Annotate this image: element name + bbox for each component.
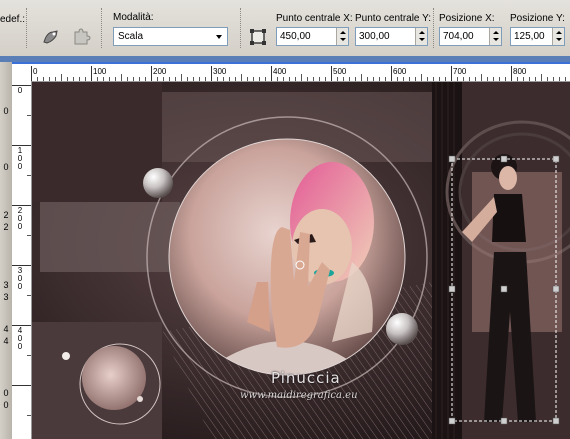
ruler-label: 300 <box>213 67 227 76</box>
center-x-input[interactable]: 450,00 <box>276 27 349 46</box>
pick-tool-icon[interactable] <box>38 24 64 50</box>
panel-digit: 3 <box>3 280 9 290</box>
ruler-label: 500 <box>333 67 347 76</box>
panel-digit: 4 <box>3 324 9 334</box>
ruler-ticks <box>31 66 566 81</box>
image-canvas[interactable]: Pinuccia www.maidiregrafica.eu <box>32 82 570 439</box>
center-y-input[interactable]: 300,00 <box>355 27 428 46</box>
puzzle-icon[interactable] <box>68 24 94 50</box>
center-x-value: 450,00 <box>280 31 311 42</box>
ruler-label: 2 0 0 <box>17 206 23 231</box>
toolbar-separator <box>240 8 241 48</box>
spin-buttons[interactable] <box>336 28 348 45</box>
ruler-label: 700 <box>453 67 467 76</box>
center-y-value: 300,00 <box>359 31 390 42</box>
signature-text: Pinuccia <box>271 369 341 387</box>
ruler-label: 600 <box>393 67 407 76</box>
panel-digit: 0 <box>3 400 9 410</box>
preset-label: edef.: <box>0 14 26 25</box>
toolbar-separator <box>433 8 434 48</box>
panel-digit: 0 <box>3 106 9 116</box>
pos-x-value: 704,00 <box>443 31 474 42</box>
mode-label: Modalità: <box>113 12 154 23</box>
panel-digit: 4 <box>3 336 9 346</box>
ruler-label: 0 <box>33 67 38 76</box>
transform-box-icon[interactable] <box>245 24 271 50</box>
toolbar-separator <box>101 8 102 48</box>
center-y-label: Punto centrale Y: <box>355 13 431 24</box>
ruler-label: 800 <box>513 67 527 76</box>
ruler-label: 200 <box>153 67 167 76</box>
website-text: www.maidiregrafica.eu <box>240 390 358 401</box>
panel-digit: 3 <box>3 292 9 302</box>
ruler-label: 0 <box>17 86 23 95</box>
tool-options-bar: edef.: Modalità: Scala Punto centrale X:… <box>0 0 570 57</box>
center-x-label: Punto centrale X: <box>276 13 353 24</box>
ruler-label: 3 0 0 <box>17 266 23 291</box>
left-panel: 0 0 2 2 3 3 4 4 0 0 <box>0 62 12 439</box>
ruler-vertical[interactable]: 0 1 0 0 2 0 0 3 0 0 4 0 0 <box>12 81 32 439</box>
panel-digit: 0 <box>3 162 9 172</box>
mode-value: Scala <box>118 31 144 42</box>
ruler-label: 400 <box>273 67 287 76</box>
mode-select[interactable]: Scala <box>113 27 228 46</box>
chevron-down-icon <box>216 35 222 39</box>
pos-y-value: 125,00 <box>514 31 545 42</box>
pos-x-label: Posizione X: <box>439 13 495 24</box>
toolbar-separator <box>26 8 27 48</box>
spin-buttons[interactable] <box>415 28 427 45</box>
pos-y-label: Posizione Y: <box>510 13 565 24</box>
spin-buttons[interactable] <box>552 28 564 45</box>
ruler-horizontal[interactable]: 0 100 200 300 400 500 600 700 800 <box>31 66 570 82</box>
spin-buttons[interactable] <box>489 28 501 45</box>
ruler-label: 4 0 0 <box>17 326 23 351</box>
ruler-label: 1 0 0 <box>17 146 23 171</box>
panel-digit: 2 <box>3 210 9 220</box>
ruler-label: 100 <box>93 67 107 76</box>
pos-y-input[interactable]: 125,00 <box>510 27 565 46</box>
pos-x-input[interactable]: 704,00 <box>439 27 502 46</box>
ruler-ticks <box>12 85 31 416</box>
panel-digit: 0 <box>3 388 9 398</box>
panel-digit: 2 <box>3 222 9 232</box>
